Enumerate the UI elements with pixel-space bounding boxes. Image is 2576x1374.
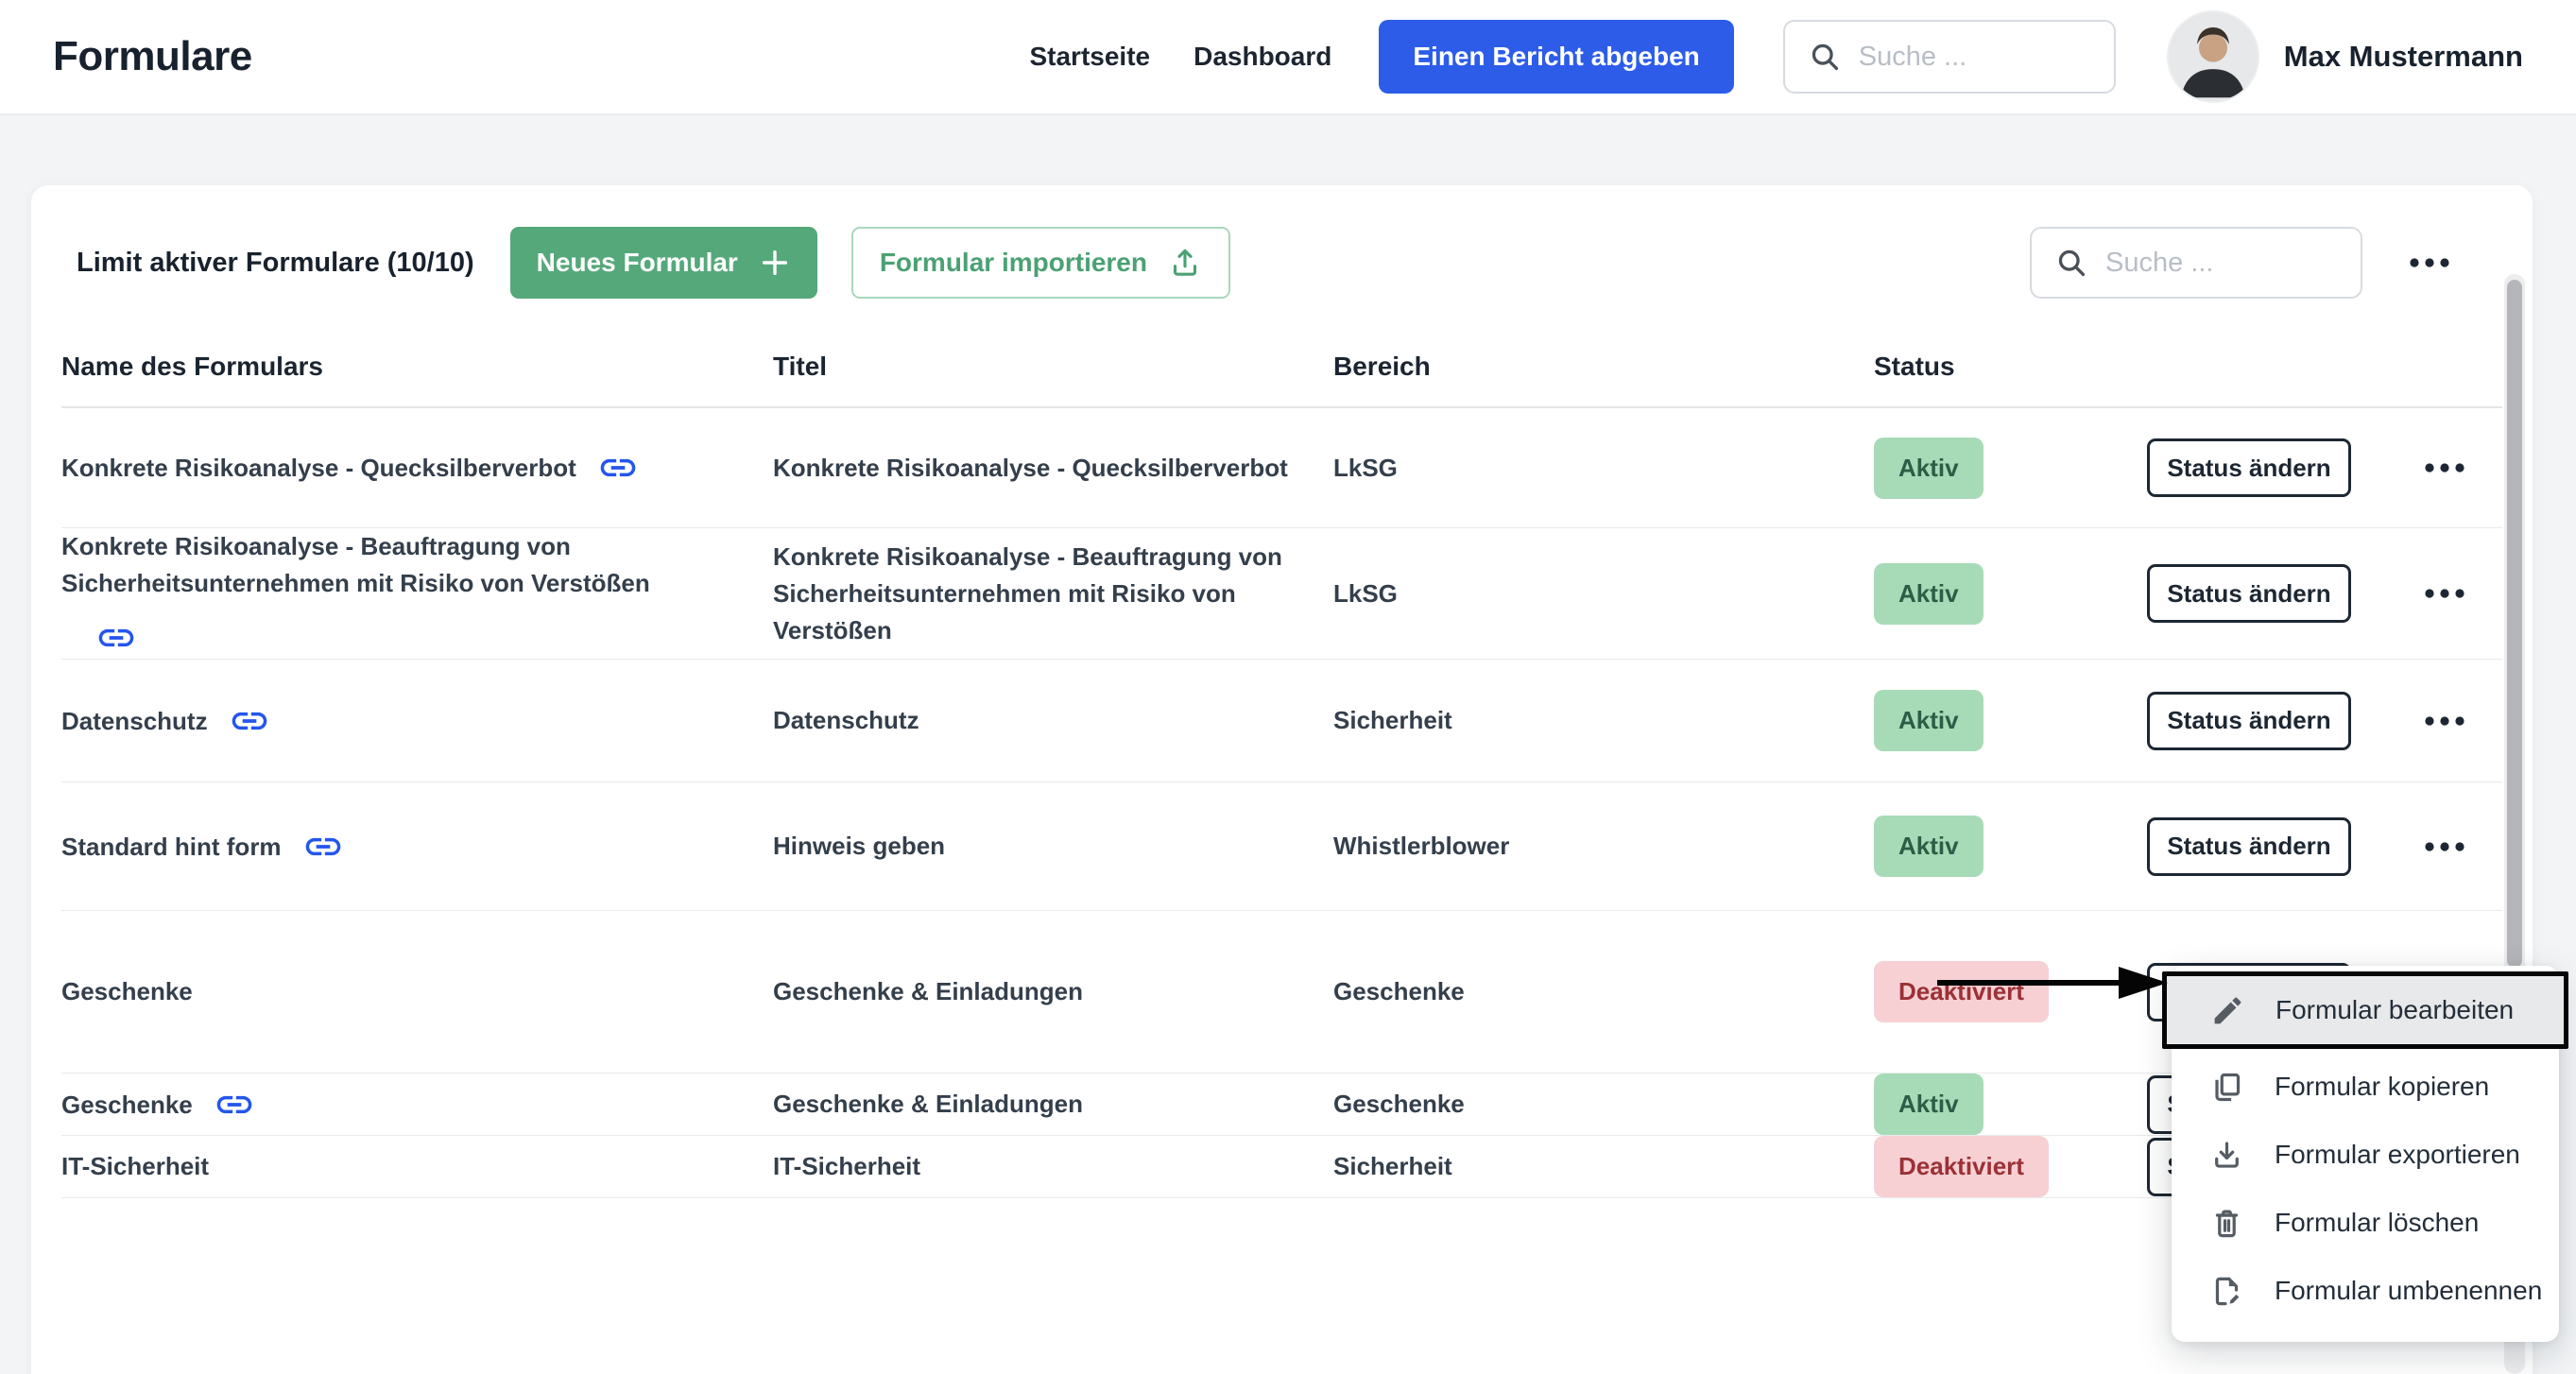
form-title: Geschenke & Einladungen bbox=[773, 973, 1333, 1010]
status-badge: Aktiv bbox=[1874, 690, 1984, 751]
row-context-menu: Formular bearbeiten Formular kopieren Fo… bbox=[2172, 966, 2559, 1342]
form-bereich: Sicherheit bbox=[1333, 1148, 1874, 1185]
form-title: Konkrete Risikoanalyse - Beauftragung vo… bbox=[773, 539, 1333, 649]
form-title: Datenschutz bbox=[773, 702, 1333, 739]
table-row: IT-Sicherheit IT-Sicherheit Sicherheit D… bbox=[61, 1136, 2502, 1198]
table-header-row: Name des Formulars Titel Bereich Status bbox=[61, 331, 2502, 408]
forms-card: Limit aktiver Formulare (10/10) Neues Fo… bbox=[31, 185, 2533, 1374]
link-icon[interactable] bbox=[597, 447, 639, 489]
change-status-button[interactable]: Status ändern bbox=[2147, 564, 2351, 623]
form-title: Konkrete Risikoanalyse - Quecksilberverb… bbox=[773, 450, 1333, 487]
column-header-name: Name des Formulars bbox=[61, 352, 773, 382]
copy-icon bbox=[2209, 1070, 2244, 1105]
status-badge: Deaktiviert bbox=[1874, 1136, 2049, 1197]
table-options-menu-button[interactable] bbox=[2406, 255, 2453, 270]
form-name: Geschenke bbox=[61, 1091, 193, 1119]
column-header-bereich: Bereich bbox=[1333, 352, 1874, 382]
page-title: Formulare bbox=[53, 33, 252, 80]
new-form-button-label: Neues Formular bbox=[537, 248, 738, 278]
link-icon[interactable] bbox=[229, 700, 270, 742]
form-name: Datenschutz bbox=[61, 707, 208, 735]
status-badge: Aktiv bbox=[1874, 438, 1984, 499]
submit-report-button[interactable]: Einen Bericht abgeben bbox=[1379, 20, 1733, 94]
table-row: Standard hint form Hinweis geben Whistle… bbox=[61, 782, 2502, 911]
status-badge: Aktiv bbox=[1874, 563, 1984, 625]
link-icon[interactable] bbox=[95, 617, 137, 659]
form-title: IT-Sicherheit bbox=[773, 1148, 1333, 1185]
avatar[interactable] bbox=[2167, 10, 2259, 103]
ellipsis-icon bbox=[2423, 713, 2466, 729]
menu-item-copy-form[interactable]: Formular kopieren bbox=[2172, 1053, 2559, 1121]
table-row: Konkrete Risikoanalyse - Beauftragung vo… bbox=[61, 528, 2502, 660]
nav-item-dashboard[interactable]: Dashboard bbox=[1194, 42, 1331, 72]
change-status-button[interactable]: Status ändern bbox=[2147, 692, 2351, 750]
menu-item-export-form[interactable]: Formular exportieren bbox=[2172, 1121, 2559, 1189]
trash-icon bbox=[2209, 1206, 2244, 1241]
main-nav: Startseite Dashboard bbox=[1029, 42, 1331, 72]
pencil-icon bbox=[2210, 993, 2245, 1028]
nav-item-startseite[interactable]: Startseite bbox=[1029, 42, 1150, 72]
form-name: Geschenke bbox=[61, 973, 773, 1010]
form-bereich: Sicherheit bbox=[1333, 702, 1874, 739]
table-search-input[interactable] bbox=[2105, 248, 2338, 279]
import-form-button-label: Formular importieren bbox=[880, 248, 1147, 278]
form-name: Standard hint form bbox=[61, 833, 282, 861]
menu-item-rename-form[interactable]: Formular umbenennen bbox=[2172, 1257, 2559, 1325]
row-menu-button[interactable] bbox=[2387, 713, 2502, 729]
header-search-input[interactable] bbox=[1859, 42, 2091, 73]
status-badge: Aktiv bbox=[1874, 1073, 1984, 1135]
menu-item-label: Formular exportieren bbox=[2275, 1140, 2520, 1170]
table-row: Datenschutz Datenschutz Sicherheit Aktiv… bbox=[61, 660, 2502, 782]
menu-item-label: Formular kopieren bbox=[2275, 1072, 2489, 1102]
form-title: Geschenke & Einladungen bbox=[773, 1086, 1333, 1123]
menu-item-label: Formular umbenennen bbox=[2275, 1276, 2542, 1306]
column-header-titel: Titel bbox=[773, 352, 1333, 382]
form-name: Konkrete Risikoanalyse - Quecksilberverb… bbox=[61, 454, 576, 482]
active-forms-limit-label: Limit aktiver Formulare (10/10) bbox=[77, 248, 474, 279]
rename-icon bbox=[2209, 1274, 2244, 1309]
table-row: Konkrete Risikoanalyse - Quecksilberverb… bbox=[61, 408, 2502, 528]
upload-icon bbox=[1168, 246, 1202, 280]
search-icon bbox=[2054, 246, 2088, 280]
top-header: Formulare Startseite Dashboard Einen Ber… bbox=[0, 0, 2576, 115]
ellipsis-icon bbox=[2408, 255, 2451, 270]
ellipsis-icon bbox=[2423, 460, 2466, 475]
form-bereich: Whistlerblower bbox=[1333, 828, 1874, 865]
new-form-button[interactable]: Neues Formular bbox=[510, 227, 817, 299]
menu-item-edit-form[interactable]: Formular bearbeiten bbox=[2162, 971, 2568, 1049]
change-status-button[interactable]: Status ändern bbox=[2147, 817, 2351, 876]
header-search bbox=[1783, 20, 2116, 94]
card-toolbar: Limit aktiver Formulare (10/10) Neues Fo… bbox=[61, 185, 2502, 331]
user-name: Max Mustermann bbox=[2284, 40, 2523, 74]
form-bereich: LkSG bbox=[1333, 450, 1874, 487]
form-bereich: Geschenke bbox=[1333, 973, 1874, 1010]
table-row: Geschenke Geschenke & Einladungen Gesche… bbox=[61, 1073, 2502, 1136]
column-header-status: Status bbox=[1874, 352, 2147, 382]
import-form-button[interactable]: Formular importieren bbox=[851, 227, 1230, 299]
form-name: Konkrete Risikoanalyse - Beauftragung vo… bbox=[61, 532, 650, 597]
link-icon[interactable] bbox=[214, 1084, 255, 1125]
row-menu-button[interactable] bbox=[2387, 839, 2502, 854]
ellipsis-icon bbox=[2423, 839, 2466, 854]
change-status-button[interactable]: Status ändern bbox=[2147, 438, 2351, 497]
row-menu-button[interactable] bbox=[2387, 586, 2502, 601]
table-scrollbar-thumb[interactable] bbox=[2507, 280, 2522, 968]
ellipsis-icon bbox=[2423, 586, 2466, 601]
search-icon bbox=[1808, 40, 1842, 74]
table-search bbox=[2030, 227, 2362, 299]
menu-item-delete-form[interactable]: Formular löschen bbox=[2172, 1189, 2559, 1257]
plus-icon bbox=[759, 247, 791, 279]
status-badge: Aktiv bbox=[1874, 816, 1984, 877]
form-bereich: LkSG bbox=[1333, 575, 1874, 612]
download-icon bbox=[2209, 1138, 2244, 1173]
status-badge: Deaktiviert bbox=[1874, 961, 2049, 1022]
menu-item-label: Formular bearbeiten bbox=[2275, 995, 2514, 1025]
table-row: Geschenke Geschenke & Einladungen Gesche… bbox=[61, 911, 2502, 1073]
menu-item-label: Formular löschen bbox=[2275, 1208, 2479, 1238]
form-bereich: Geschenke bbox=[1333, 1086, 1874, 1123]
form-title: Hinweis geben bbox=[773, 828, 1333, 865]
form-name: IT-Sicherheit bbox=[61, 1148, 773, 1185]
link-icon[interactable] bbox=[302, 826, 344, 867]
row-menu-button[interactable] bbox=[2387, 460, 2502, 475]
